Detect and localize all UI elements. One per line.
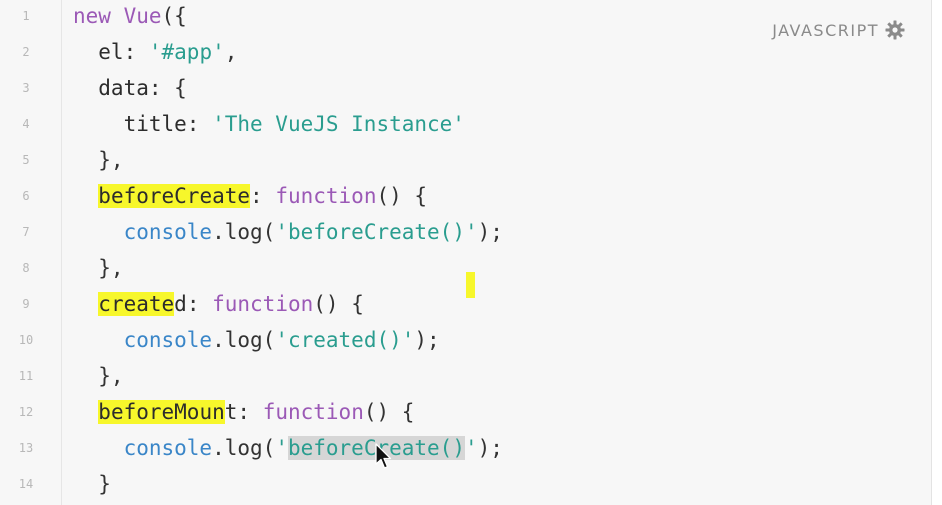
code-line[interactable]: data: { <box>73 73 187 103</box>
code-line[interactable]: console.log('created()'); <box>73 325 440 355</box>
code-token: console <box>123 328 213 352</box>
line-number-gutter: 1 2 3 4 5 6 7 8 9 10 11 12 13 14 <box>0 0 62 505</box>
code-token: .log( <box>212 328 276 352</box>
code-token: function <box>212 292 314 316</box>
code-token: : <box>186 292 213 316</box>
text-cursor-highlight <box>466 272 475 298</box>
code-token: () { <box>376 184 428 208</box>
code-line[interactable]: }, <box>73 361 124 391</box>
code-token: .log( <box>212 220 276 244</box>
code-line[interactable]: }, <box>73 253 124 283</box>
code-token: ); <box>477 436 503 460</box>
code-line[interactable]: } <box>73 469 111 499</box>
code-line[interactable]: beforeMount: function() { <box>73 397 414 427</box>
highlighted-token: create <box>98 292 175 316</box>
code-token: }, <box>73 364 124 388</box>
line-number: 14 <box>18 477 34 491</box>
line-number: 1 <box>22 9 30 23</box>
code-token: 'created()' <box>275 328 415 352</box>
code-editor[interactable]: 1 2 3 4 5 6 7 8 9 10 11 12 13 14 new Vue({ el: '#app'… <box>0 0 932 505</box>
code-line[interactable]: new Vue({ <box>73 1 187 31</box>
code-token: '#app' <box>148 40 225 64</box>
code-token: : { <box>148 76 187 100</box>
highlighted-token: beforeMoun <box>98 400 225 424</box>
code-token: } <box>73 472 111 496</box>
line-number: 5 <box>22 153 30 167</box>
code-token: 'The VueJS Instance' <box>212 112 465 136</box>
line-number: 2 <box>22 45 30 59</box>
language-label: JAVASCRIPT <box>772 20 879 40</box>
line-number: 6 <box>22 189 30 203</box>
code-token: console <box>123 436 213 460</box>
code-token: d <box>174 292 187 316</box>
line-number: 7 <box>22 225 30 239</box>
highlighted-token: beforeCreate <box>98 184 251 208</box>
code-token: ); <box>414 328 440 352</box>
code-token: : <box>186 112 213 136</box>
line-number: 12 <box>18 405 34 419</box>
code-line[interactable]: title: 'The VueJS Instance' <box>73 109 465 139</box>
code-area[interactable]: new Vue({ el: '#app', data: { title: 'Th… <box>73 0 931 505</box>
code-token: console <box>123 220 213 244</box>
line-number: 11 <box>18 369 34 383</box>
code-token: data <box>73 76 149 100</box>
code-token: () { <box>313 292 364 316</box>
mouse-pointer-icon <box>375 443 392 469</box>
code-token: .log( <box>212 436 276 460</box>
language-indicator[interactable]: JAVASCRIPT <box>772 20 905 40</box>
line-number: 9 <box>22 297 30 311</box>
code-token: ); <box>477 220 503 244</box>
code-line[interactable]: el: '#app', <box>73 37 237 67</box>
code-token: ' <box>464 436 478 460</box>
code-token: function <box>275 184 377 208</box>
code-line[interactable]: created: function() { <box>73 289 364 319</box>
line-number: 4 <box>22 117 30 131</box>
code-token: }, <box>73 148 124 172</box>
code-token: function <box>262 400 364 424</box>
code-line[interactable]: console.log('beforeCreate()'); <box>73 433 503 463</box>
code-token: Vue <box>123 4 162 28</box>
code-token: t <box>224 400 238 424</box>
code-token: ({ <box>161 4 187 28</box>
code-token: }, <box>73 256 124 280</box>
code-token: 'beforeCreate()' <box>275 220 478 244</box>
line-number: 13 <box>18 441 34 455</box>
code-token: title <box>73 112 187 136</box>
gear-icon[interactable] <box>885 20 905 40</box>
code-token: , <box>224 40 238 64</box>
line-number: 10 <box>18 333 34 347</box>
code-token: el <box>73 40 124 64</box>
code-token: : <box>237 400 263 424</box>
line-number: 3 <box>22 81 30 95</box>
code-token: : <box>250 184 276 208</box>
line-number: 8 <box>22 261 30 275</box>
code-line[interactable]: }, <box>73 145 124 175</box>
code-token: : <box>123 40 149 64</box>
code-token: new <box>73 4 124 28</box>
code-token: () { <box>363 400 415 424</box>
code-line[interactable]: beforeCreate: function() { <box>73 181 427 211</box>
code-line[interactable]: console.log('beforeCreate()'); <box>73 217 503 247</box>
code-token: ' <box>275 436 288 460</box>
